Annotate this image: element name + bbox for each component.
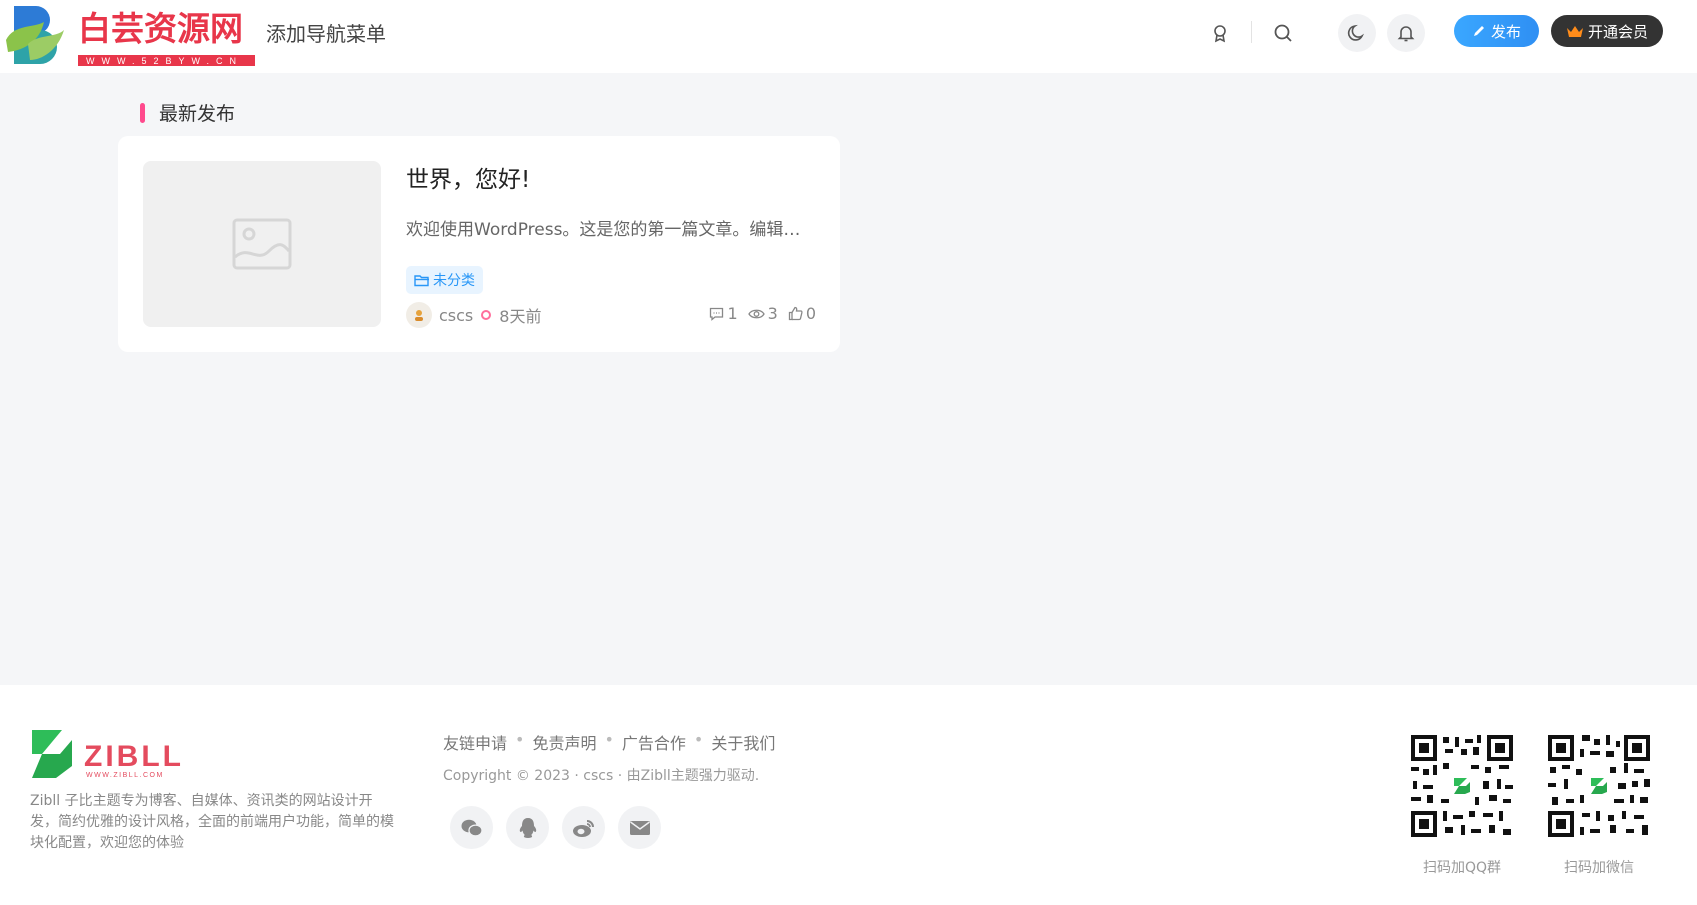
wechat-icon[interactable] — [450, 806, 493, 849]
folder-icon — [414, 274, 429, 286]
footer-link-disclaimer[interactable]: 免责声明 — [532, 730, 596, 754]
view-stat: 3 — [747, 304, 778, 323]
post-thumbnail[interactable] — [143, 161, 381, 327]
section-title-text: 最新发布 — [159, 103, 236, 125]
publish-label: 发布 — [1490, 22, 1521, 41]
bell-icon[interactable] — [1387, 14, 1425, 52]
copyright-text: Copyright © 2023 · cscs · 由Zibll主题强力驱动. — [443, 768, 760, 784]
qq-group-qrcode — [1409, 733, 1515, 839]
post-title[interactable]: 世界，您好! — [406, 160, 530, 194]
footer-links: 友链申请 • 免责声明 • 广告合作 • 关于我们 — [443, 730, 775, 754]
publish-button[interactable]: 发布 — [1454, 15, 1539, 47]
nav-menu-link[interactable]: 添加导航菜单 — [266, 18, 386, 47]
category-label: 未分类 — [433, 273, 475, 289]
thumbs-up-icon — [788, 306, 803, 321]
footer-description: Zibll 子比主题专为博客、自媒体、资讯类的网站设计开发，简约优雅的设计风格，… — [30, 793, 394, 851]
like-count: 0 — [805, 304, 816, 323]
site-header: 白芸资源网 WWW.52BYW.CN 添加导航菜单 发布 开通会员 — [0, 0, 1697, 73]
avatar[interactable] — [406, 302, 432, 328]
link-separator: • — [604, 730, 614, 749]
moon-icon[interactable] — [1338, 14, 1376, 52]
zibll-logo-text: ZIBLL — [84, 740, 184, 773]
mail-icon[interactable] — [618, 806, 661, 849]
footer-link-friend[interactable]: 友链申请 — [443, 730, 507, 754]
comment-count: 1 — [727, 304, 738, 323]
post-card[interactable]: 世界，您好! 欢迎使用WordPress。这是您的第一篇文章。编辑… 未分类 c… — [118, 136, 840, 352]
post-time: 8天前 — [499, 307, 542, 326]
site-logo[interactable]: 白芸资源网 WWW.52BYW.CN — [0, 0, 260, 70]
post-meta: cscs 8天前 — [406, 302, 541, 328]
zibll-logo[interactable]: ZIBLL WWW.ZIBLL.COM — [30, 728, 200, 784]
footer-link-about[interactable]: 关于我们 — [711, 730, 775, 754]
social-links — [450, 806, 661, 849]
category-tag[interactable]: 未分类 — [406, 266, 483, 294]
link-separator: • — [693, 730, 704, 749]
zibll-logo-subtext: WWW.ZIBLL.COM — [86, 772, 164, 779]
weibo-icon[interactable] — [562, 806, 605, 849]
crown-icon — [1566, 25, 1583, 37]
link-separator: • — [515, 730, 525, 749]
footer-link-ads[interactable]: 广告合作 — [622, 730, 686, 754]
title-accent-bar — [140, 102, 145, 123]
like-stat[interactable]: 0 — [788, 304, 816, 323]
logo-text: 白芸资源网 — [78, 10, 243, 47]
comment-stat: 1 — [709, 304, 738, 323]
section-title: 最新发布 — [140, 99, 235, 126]
award-icon[interactable] — [1201, 14, 1239, 52]
qr-wechat-label: 扫码加微信 — [1564, 860, 1634, 876]
post-stats: 1 3 0 — [709, 304, 816, 323]
site-footer: ZIBLL WWW.ZIBLL.COM Zibll 子比主题专为博客、自媒体、资… — [0, 685, 1697, 905]
header-divider — [1251, 21, 1252, 43]
search-icon[interactable] — [1264, 14, 1302, 52]
vip-label: 开通会员 — [1587, 22, 1648, 41]
qq-icon[interactable] — [506, 806, 549, 849]
view-count: 3 — [767, 304, 778, 323]
qr-qq-label: 扫码加QQ群 — [1422, 860, 1502, 876]
post-excerpt: 欢迎使用WordPress。这是您的第一篇文章。编辑… — [406, 220, 801, 240]
author-name[interactable]: cscs — [439, 306, 473, 325]
logo-subtext: WWW.52BYW.CN — [86, 56, 243, 66]
vip-button[interactable]: 开通会员 — [1551, 15, 1663, 47]
image-placeholder-icon — [232, 218, 292, 270]
eye-icon — [747, 309, 765, 318]
comment-icon — [710, 307, 724, 321]
meta-dot — [481, 310, 492, 320]
pencil-icon — [1473, 26, 1484, 36]
wechat-qrcode — [1546, 733, 1652, 839]
